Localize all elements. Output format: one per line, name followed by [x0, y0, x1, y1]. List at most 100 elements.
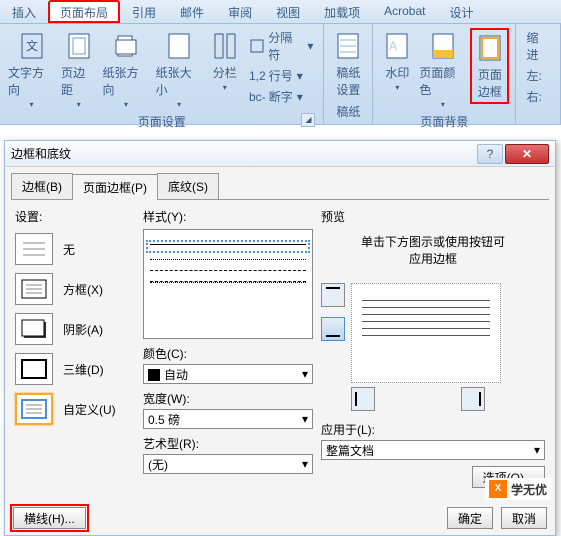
- art-field: 艺术型(R): (无)▾: [143, 435, 313, 474]
- line-numbers-icon: 1,2: [249, 68, 265, 84]
- color-label: 颜色(C):: [143, 345, 313, 362]
- page-borders-button[interactable]: 页面 边框: [470, 28, 509, 104]
- apply-combo[interactable]: 整篇文档▾: [321, 440, 545, 460]
- apply-field: 应用于(L): 整篇文档▾: [321, 421, 545, 460]
- width-label: 宽度(W):: [143, 390, 313, 407]
- site-watermark: X 学无优: [485, 478, 551, 500]
- preview-left-button[interactable]: [351, 387, 375, 411]
- manuscript-button[interactable]: 稿纸 设置: [330, 28, 366, 100]
- svg-text:A: A: [389, 39, 397, 53]
- art-combo[interactable]: (无)▾: [143, 454, 313, 474]
- watermark-icon: A: [381, 30, 413, 62]
- hyphenation-button[interactable]: bc-断字 ▾: [245, 87, 318, 106]
- columns-icon: [209, 30, 241, 62]
- color-combo[interactable]: 自动▾: [143, 364, 313, 384]
- group-indent: 缩进 左: 右:: [516, 24, 561, 124]
- page-borders-icon: [474, 32, 506, 64]
- size-button[interactable]: 纸张大小▾: [154, 28, 205, 111]
- tab-design[interactable]: 设计: [437, 0, 485, 23]
- setting-shadow[interactable]: 阴影(A): [15, 313, 135, 345]
- indent-label: 缩进: [522, 28, 554, 64]
- orientation-icon: [110, 30, 142, 62]
- style-listbox[interactable]: [143, 229, 313, 339]
- horizontal-line-button[interactable]: 横线(H)...: [13, 507, 86, 529]
- preview-document[interactable]: [351, 283, 501, 383]
- dialog-close-button[interactable]: ✕: [505, 144, 549, 164]
- dialog-tabs: 边框(B) 页面边框(P) 底纹(S): [11, 173, 549, 200]
- page-color-icon: [427, 30, 459, 62]
- setting-custom[interactable]: 自定义(U): [15, 393, 135, 425]
- border-left-icon: [352, 388, 374, 410]
- group-page-background: A 水印▾ 页面颜色▾ 页面 边框 页面背景: [373, 24, 516, 124]
- border-bottom-icon: [322, 318, 344, 340]
- width-field: 宽度(W): 0.5 磅▾: [143, 390, 313, 429]
- dialog-tab-shading[interactable]: 底纹(S): [157, 173, 219, 199]
- margins-button[interactable]: 页边距▾: [59, 28, 98, 111]
- svg-text:bc-: bc-: [249, 90, 265, 104]
- art-label: 艺术型(R):: [143, 435, 313, 452]
- svg-text:文: 文: [26, 38, 38, 53]
- preview-right-button[interactable]: [461, 387, 485, 411]
- group-label-page-bg: 页面背景: [379, 111, 509, 132]
- size-icon: [163, 30, 195, 62]
- setting-box[interactable]: 方框(X): [15, 273, 135, 305]
- manuscript-icon: [332, 30, 364, 62]
- style-label: 样式(Y):: [143, 208, 313, 225]
- style-option-dash-dot[interactable]: [150, 281, 306, 283]
- indent-right[interactable]: 右:: [522, 87, 554, 106]
- dialog-tab-border[interactable]: 边框(B): [11, 173, 73, 199]
- margins-icon: [63, 30, 95, 62]
- style-column: 样式(Y): 颜色(C): 自动▾ 宽度(W): 0.5 磅▾ 艺术型(R):: [143, 208, 313, 488]
- group-page-setup: 文 文字方向▾ 页边距▾ 纸张方向▾ 纸张大小▾ 分栏▾: [0, 24, 324, 124]
- tab-acrobat[interactable]: Acrobat: [372, 0, 437, 23]
- preview-column: 预览 单击下方图示或使用按钮可 应用边框 应用于(L):: [321, 208, 545, 488]
- tab-mail[interactable]: 邮件: [168, 0, 216, 23]
- preview-top-button[interactable]: [321, 283, 345, 307]
- group-manuscript: 稿纸 设置 稿纸: [324, 24, 373, 124]
- svg-text:1,2: 1,2: [249, 69, 265, 83]
- indent-left[interactable]: 左:: [522, 66, 554, 85]
- setting-none[interactable]: 无: [15, 233, 135, 265]
- none-icon: [19, 237, 49, 261]
- shadow-icon: [19, 317, 49, 341]
- ribbon-tabs: 插入 页面布局 引用 邮件 审阅 视图 加载项 Acrobat 设计: [0, 0, 561, 24]
- orientation-button[interactable]: 纸张方向▾: [100, 28, 151, 111]
- setting-3d[interactable]: 三维(D): [15, 353, 135, 385]
- columns-button[interactable]: 分栏▾: [207, 28, 243, 94]
- box-icon: [19, 277, 49, 301]
- custom-icon: [19, 397, 49, 421]
- style-option-dotted[interactable]: [150, 259, 306, 260]
- color-field: 颜色(C): 自动▾: [143, 345, 313, 384]
- tab-addins[interactable]: 加载项: [312, 0, 372, 23]
- apply-label: 应用于(L):: [321, 421, 545, 438]
- border-right-icon: [462, 388, 484, 410]
- dialog-titlebar: 边框和底纹 ? ✕: [5, 141, 555, 167]
- preview-label: 预览: [321, 208, 545, 225]
- text-direction-button[interactable]: 文 文字方向▾: [6, 28, 57, 111]
- line-numbers-button[interactable]: 1,2行号 ▾: [245, 66, 318, 85]
- breaks-icon: [249, 38, 265, 54]
- preview-bottom-button[interactable]: [321, 317, 345, 341]
- group-label-manuscript: 稿纸: [330, 101, 366, 122]
- hyphenation-icon: bc-: [249, 89, 265, 105]
- tab-review[interactable]: 审阅: [216, 0, 264, 23]
- width-combo[interactable]: 0.5 磅▾: [143, 409, 313, 429]
- tab-page-layout[interactable]: 页面布局: [48, 0, 120, 23]
- watermark-button[interactable]: A 水印▾: [379, 28, 415, 94]
- dialog-tab-page-border[interactable]: 页面边框(P): [72, 174, 158, 200]
- dialog-help-button[interactable]: ?: [477, 144, 503, 164]
- settings-column: 设置: 无 方框(X) 阴影(A) 三维(D): [15, 208, 135, 488]
- border-top-icon: [322, 284, 344, 306]
- page-color-button[interactable]: 页面颜色▾: [417, 28, 468, 111]
- style-option-dashed[interactable]: [150, 270, 306, 271]
- breaks-button[interactable]: 分隔符 ▾: [245, 28, 318, 64]
- ribbon: 插入 页面布局 引用 邮件 审阅 视图 加载项 Acrobat 设计 文 文字方…: [0, 0, 561, 125]
- style-option-solid[interactable]: [150, 244, 306, 249]
- tab-references[interactable]: 引用: [120, 0, 168, 23]
- ribbon-body: 文 文字方向▾ 页边距▾ 纸张方向▾ 纸张大小▾ 分栏▾: [0, 24, 561, 124]
- tab-view[interactable]: 视图: [264, 0, 312, 23]
- page-setup-launcher[interactable]: ◢: [301, 113, 315, 127]
- cancel-button[interactable]: 取消: [501, 507, 547, 529]
- tab-insert[interactable]: 插入: [0, 0, 48, 23]
- ok-button[interactable]: 确定: [447, 507, 493, 529]
